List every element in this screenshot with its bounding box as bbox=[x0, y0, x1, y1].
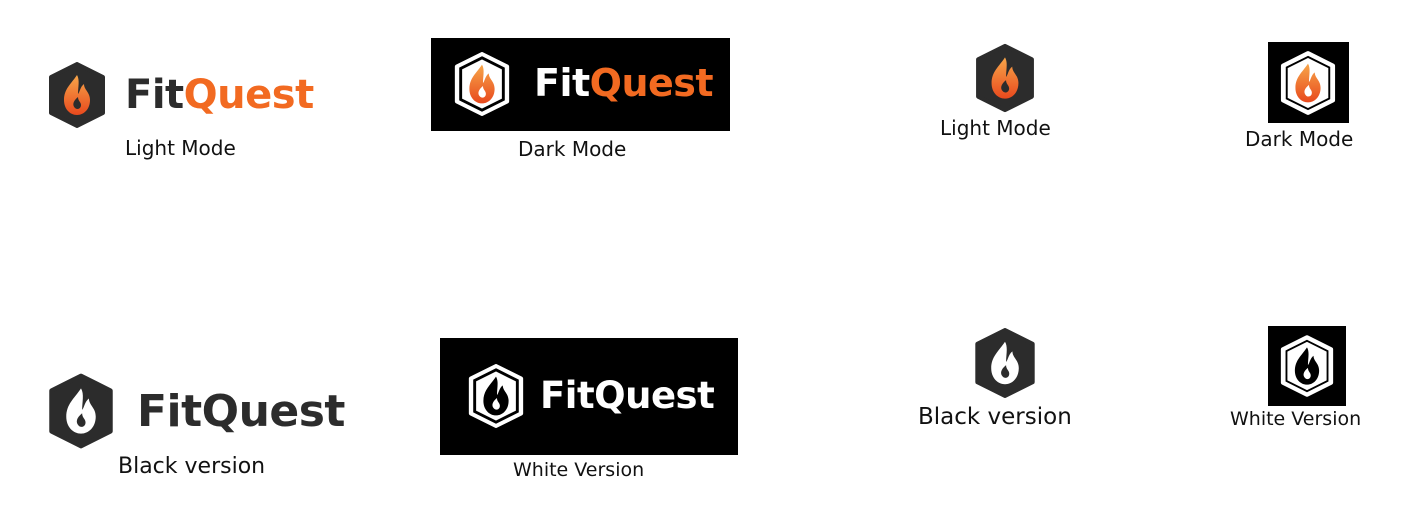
brand-wordmark: FitQuest bbox=[125, 70, 314, 120]
light-mode-full-logo: FitQuest bbox=[47, 62, 337, 132]
brand-wordmark: FitQuest bbox=[540, 371, 715, 421]
white-version-icon-label: White Version bbox=[1230, 408, 1362, 430]
dark-mode-icon-label: Dark Mode bbox=[1245, 127, 1354, 151]
dark-mode-full-label: Dark Mode bbox=[518, 137, 627, 161]
dark-mode-full-logo-box: FitQuest bbox=[431, 38, 730, 131]
flame-badge-icon bbox=[468, 364, 524, 428]
black-version-full-label: Black version bbox=[118, 454, 266, 479]
brand-quest: Quest bbox=[201, 386, 346, 437]
flame-badge-icon bbox=[49, 373, 113, 449]
light-mode-icon-label: Light Mode bbox=[940, 116, 1051, 140]
brand-fit: Fit bbox=[137, 386, 202, 437]
light-mode-flame-icon bbox=[976, 43, 1034, 113]
brand-fit: Fit bbox=[125, 72, 184, 118]
brand-quest: Quest bbox=[183, 72, 315, 118]
brand-fit: Fit bbox=[540, 374, 595, 417]
brand-quest: Quest bbox=[594, 374, 715, 417]
brand-quest: Quest bbox=[589, 61, 714, 105]
brand-wordmark: FitQuest bbox=[137, 385, 345, 439]
flame-badge-icon bbox=[454, 52, 510, 116]
flame-badge-icon bbox=[1280, 51, 1336, 115]
white-version-icon-box bbox=[1268, 326, 1346, 406]
black-version-full-logo: FitQuest bbox=[47, 373, 367, 451]
flame-badge-icon bbox=[49, 62, 105, 128]
black-version-flame-icon bbox=[975, 328, 1035, 398]
white-version-full-logo-box: FitQuest bbox=[440, 338, 738, 455]
dark-mode-icon-box bbox=[1268, 42, 1349, 123]
white-version-full-label: White Version bbox=[513, 459, 645, 481]
brand-fit: Fit bbox=[534, 61, 590, 105]
flame-badge-icon bbox=[1280, 335, 1334, 397]
brand-wordmark: FitQuest bbox=[534, 58, 714, 108]
light-mode-full-label: Light Mode bbox=[125, 136, 236, 160]
black-version-icon-label: Black version bbox=[918, 404, 1072, 430]
